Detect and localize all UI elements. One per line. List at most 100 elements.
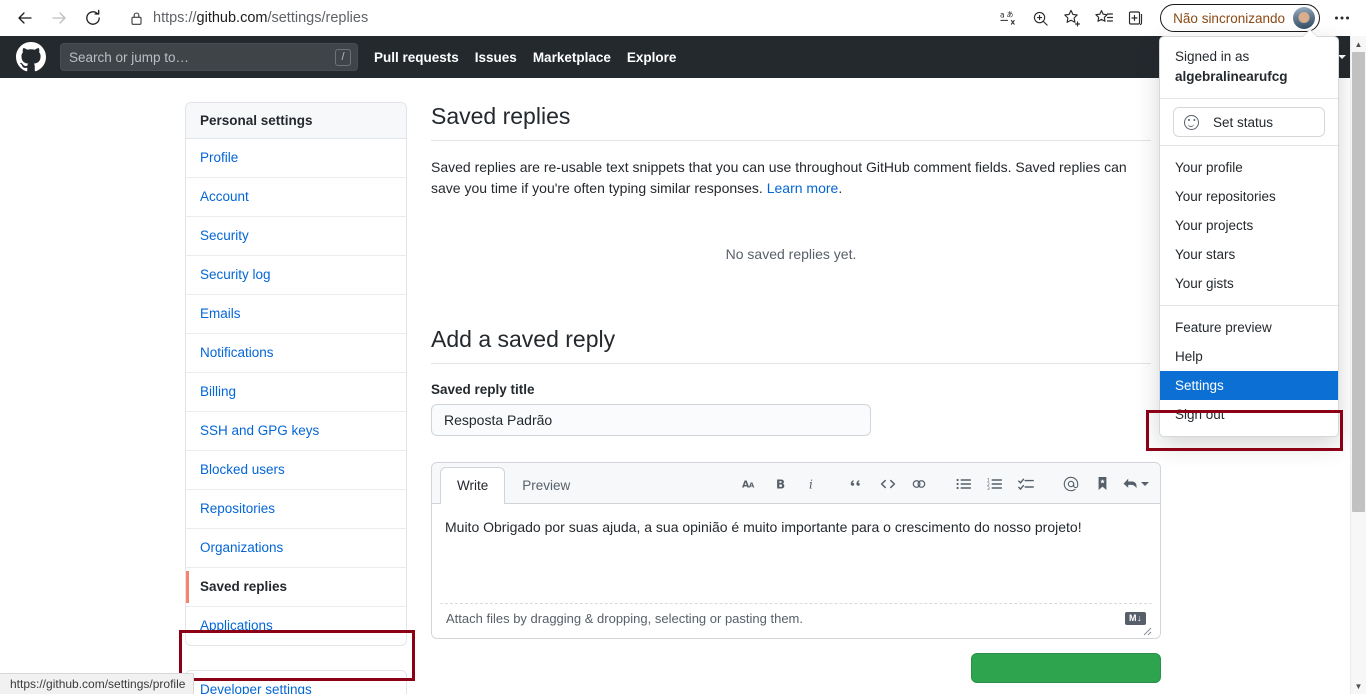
sidebar-item-profile[interactable]: Profile xyxy=(186,139,406,178)
nav-explore[interactable]: Explore xyxy=(627,50,677,65)
nav-marketplace[interactable]: Marketplace xyxy=(533,50,611,65)
menu-item-your-repositories[interactable]: Your repositories xyxy=(1160,182,1338,211)
menu-item-help[interactable]: Help xyxy=(1160,342,1338,371)
svg-text:3: 3 xyxy=(987,486,990,491)
collections-icon[interactable] xyxy=(1120,3,1152,33)
link-icon[interactable] xyxy=(906,473,932,495)
saved-reply-icon[interactable] xyxy=(1089,473,1115,495)
sidebar-header: Personal settings xyxy=(186,103,406,139)
search-shortcut-key: / xyxy=(335,48,351,66)
sidebar-item-organizations[interactable]: Organizations xyxy=(186,529,406,568)
github-logo-icon[interactable] xyxy=(16,42,46,72)
reply-icon[interactable] xyxy=(1120,473,1152,495)
sidebar-item-security-log[interactable]: Security log xyxy=(186,256,406,295)
smiley-icon xyxy=(1184,114,1199,130)
empty-state-message: No saved replies yet. xyxy=(725,246,857,263)
browser-action-icons: a あ Não sincronizando xyxy=(992,3,1358,33)
menu-item-your-projects[interactable]: Your projects xyxy=(1160,211,1338,240)
ordered-list-icon[interactable]: 1 2 3 xyxy=(982,473,1008,495)
markdown-editor: Write Preview A A B i 1 2 3 Muito Obriga… xyxy=(431,461,1161,639)
quote-icon[interactable] xyxy=(844,473,870,495)
search-placeholder: Search or jump to… xyxy=(69,49,190,65)
saved-reply-body-textarea[interactable] xyxy=(440,511,1152,604)
menu-item-feature-preview[interactable]: Feature preview xyxy=(1160,313,1338,342)
resize-handle-icon[interactable] xyxy=(1140,624,1152,636)
task-list-icon[interactable] xyxy=(1013,473,1039,495)
search-input[interactable]: Search or jump to… / xyxy=(60,43,358,71)
translate-icon[interactable]: a あ xyxy=(992,3,1024,33)
menu-group-primary: Your profile Your repositories Your proj… xyxy=(1160,146,1338,305)
sync-status-label: Não sincronizando xyxy=(1173,10,1285,26)
main-content: Saved replies Saved replies are re-usabl… xyxy=(431,102,1191,694)
personal-settings-card: Personal settings Profile Account Securi… xyxy=(185,102,407,646)
section-title-add-saved-reply: Add a saved reply xyxy=(431,325,1151,364)
scrollbar-thumb[interactable] xyxy=(1352,52,1365,512)
tab-write[interactable]: Write xyxy=(440,466,506,504)
svg-text:a: a xyxy=(1000,10,1005,19)
sidebar-item-emails[interactable]: Emails xyxy=(186,295,406,334)
sidebar-item-applications[interactable]: Applications xyxy=(186,607,406,645)
scroll-up-arrow-icon[interactable]: ▲ xyxy=(1351,36,1366,52)
sidebar-item-account[interactable]: Account xyxy=(186,178,406,217)
menu-item-your-profile[interactable]: Your profile xyxy=(1160,153,1338,182)
user-dropdown-menu: Signed in as algebralinearufcg Set statu… xyxy=(1159,30,1339,438)
address-bar[interactable]: https://github.com/settings/replies xyxy=(120,4,987,32)
sidebar-item-security[interactable]: Security xyxy=(186,217,406,256)
mention-icon[interactable] xyxy=(1058,473,1084,495)
set-status-button[interactable]: Set status xyxy=(1173,107,1325,138)
nav-pull-requests[interactable]: Pull requests xyxy=(374,50,459,65)
sidebar-item-developer-settings[interactable]: Developer settings xyxy=(186,671,406,694)
sidebar-item-billing[interactable]: Billing xyxy=(186,373,406,412)
forward-arrow-icon xyxy=(42,3,76,33)
sync-status-button[interactable]: Não sincronizando xyxy=(1160,4,1320,32)
sidebar-item-blocked-users[interactable]: Blocked users xyxy=(186,451,406,490)
sidebar-item-ssh-gpg-keys[interactable]: SSH and GPG keys xyxy=(186,412,406,451)
menu-item-your-gists[interactable]: Your gists xyxy=(1160,269,1338,298)
italic-icon[interactable]: i xyxy=(799,473,825,495)
unordered-list-icon[interactable] xyxy=(951,473,977,495)
markdown-toolbar: Write Preview A A B i 1 2 3 xyxy=(432,462,1160,504)
menu-group-secondary: Feature preview Help Settings Sign out xyxy=(1160,306,1338,436)
code-icon[interactable] xyxy=(875,473,901,495)
reload-icon[interactable] xyxy=(76,3,110,33)
svg-text:あ: あ xyxy=(1006,10,1013,18)
bold-icon[interactable]: B xyxy=(768,473,794,495)
page-title: Saved replies xyxy=(431,102,1151,141)
scroll-down-arrow-icon[interactable]: ▼ xyxy=(1351,678,1366,694)
signed-in-as-label: Signed in as xyxy=(1175,49,1250,64)
attach-files-footer: Attach files by dragging & dropping, sel… xyxy=(440,604,1152,630)
menu-item-your-stars[interactable]: Your stars xyxy=(1160,240,1338,269)
menu-item-settings[interactable]: Settings xyxy=(1160,371,1338,401)
page-description: Saved replies are re-usable text snippet… xyxy=(431,157,1151,200)
favorites-icon[interactable] xyxy=(1088,3,1120,33)
sidebar-item-repositories[interactable]: Repositories xyxy=(186,490,406,529)
settings-sidebar: Personal settings Profile Account Securi… xyxy=(185,102,407,694)
developer-settings-card: Developer settings xyxy=(185,670,407,694)
set-status-label: Set status xyxy=(1213,114,1274,130)
chevron-down-icon xyxy=(1338,55,1346,59)
nav-issues[interactable]: Issues xyxy=(475,50,517,65)
learn-more-link[interactable]: Learn more xyxy=(767,180,839,196)
add-saved-reply-button[interactable] xyxy=(971,652,1161,683)
heading-icon[interactable]: A A xyxy=(737,473,763,495)
tab-preview[interactable]: Preview xyxy=(505,467,587,504)
page-scrollbar[interactable]: ▲ ▼ xyxy=(1350,36,1366,694)
sidebar-item-notifications[interactable]: Notifications xyxy=(186,334,406,373)
dropdown-caret-icon xyxy=(1302,30,1318,38)
menu-item-sign-out[interactable]: Sign out xyxy=(1160,400,1338,429)
svg-text:A: A xyxy=(748,480,754,489)
lock-icon xyxy=(130,11,143,26)
url-text: https://github.com/settings/replies xyxy=(153,10,369,26)
profile-avatar[interactable] xyxy=(1293,7,1315,29)
saved-reply-title-input[interactable] xyxy=(431,403,871,436)
attach-files-hint: Attach files by dragging & dropping, sel… xyxy=(446,610,803,626)
markdown-tool-buttons: A A B i 1 2 3 xyxy=(737,473,1152,503)
sidebar-item-saved-replies[interactable]: Saved replies xyxy=(186,568,406,607)
svg-text:i: i xyxy=(809,477,813,491)
back-arrow-icon[interactable] xyxy=(8,3,42,33)
star-add-icon[interactable] xyxy=(1056,3,1088,33)
chevron-down-icon xyxy=(1141,481,1149,486)
browser-toolbar: https://github.com/settings/replies a あ xyxy=(0,0,1366,36)
zoom-icon[interactable] xyxy=(1024,3,1056,33)
ellipsis-icon[interactable] xyxy=(1326,3,1358,33)
